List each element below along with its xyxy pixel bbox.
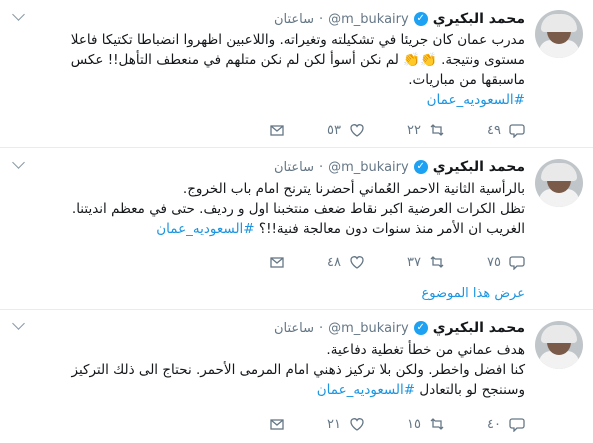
author-handle[interactable]: @m_bukairy [328, 160, 409, 175]
retweet-button[interactable]: ٢٢ [365, 122, 445, 138]
author-name[interactable]: محمد البكيري [433, 11, 525, 27]
hashtag-link[interactable]: #السعوديه_عمان [317, 382, 415, 398]
author-handle[interactable]: @m_bukairy [328, 12, 409, 27]
tweet-text: بالرأسية الثانية الاحمر العُماني أحضرنا … [15, 179, 525, 239]
timeline: محمد البكيري ✓ @m_bukairy · ساعتان مدرب … [0, 0, 593, 443]
like-button[interactable]: ٤٨ [285, 254, 365, 270]
reply-button[interactable]: ٤٩ [445, 122, 525, 138]
verified-badge-icon: ✓ [413, 321, 428, 335]
reply-icon [509, 124, 525, 138]
retweet-count: ٢٢ [407, 122, 421, 138]
timestamp[interactable]: ساعتان [274, 321, 314, 336]
like-count: ٥٣ [327, 122, 341, 138]
heart-icon [350, 124, 364, 137]
like-button[interactable]: ٢١ [285, 416, 365, 432]
chevron-down-icon[interactable] [12, 156, 25, 169]
envelope-icon [270, 419, 284, 430]
tweet-line: مستوى ونتيجة. 👏👏 لم نكن أسوأ لكن لم نكن … [15, 50, 525, 70]
separator: · [319, 159, 324, 175]
tweet-line: تظل الكرات العرضية اكبر نقاط ضعف منتخبنا… [71, 201, 525, 217]
tweet-line: ماسبقها من مباريات. [408, 72, 525, 88]
reply-icon [509, 418, 525, 432]
show-thread-link[interactable]: عرض هذا الموضوع [421, 286, 525, 301]
retweet-count: ٣٧ [407, 254, 421, 270]
avatar[interactable] [535, 159, 583, 207]
separator: · [319, 320, 324, 336]
author-handle[interactable]: @m_bukairy [328, 321, 409, 336]
clapping-hands-emoji: 👏👏 [403, 52, 437, 68]
avatar[interactable] [535, 321, 583, 369]
tweet-header: محمد البكيري ✓ @m_bukairy · ساعتان [274, 10, 525, 28]
tweet[interactable]: محمد البكيري ✓ @m_bukairy · ساعتان هدف ع… [0, 311, 593, 443]
tweet-line-text: مستوى ونتيجة. [441, 52, 525, 68]
tweet-actions: ٤٠ ١٥ ٢١ [205, 414, 525, 434]
hashtag-link[interactable]: #السعوديه_عمان [156, 221, 254, 237]
tweet-header: محمد البكيري ✓ @m_bukairy · ساعتان [274, 158, 525, 176]
tweet-actions: ٧٥ ٣٧ ٤٨ [205, 252, 525, 272]
dm-button[interactable] [205, 122, 285, 138]
retweet-icon [430, 418, 444, 430]
author-name[interactable]: محمد البكيري [433, 320, 525, 336]
tweet-actions: ٤٩ ٢٢ ٥٣ [205, 120, 525, 140]
like-count: ٤٨ [327, 254, 341, 270]
reply-count: ٧٥ [487, 254, 501, 270]
tweet-header: محمد البكيري ✓ @m_bukairy · ساعتان [274, 319, 525, 337]
like-count: ٢١ [327, 416, 341, 432]
reply-button[interactable]: ٤٠ [445, 416, 525, 432]
verified-badge-icon: ✓ [413, 160, 428, 174]
dm-button[interactable] [205, 254, 285, 270]
avatar[interactable] [535, 10, 583, 58]
tweet-text: مدرب عمان كان جريئا في تشكيلته وتغيراته.… [15, 30, 525, 110]
retweet-button[interactable]: ١٥ [365, 416, 445, 432]
verified-badge-icon: ✓ [413, 12, 428, 26]
envelope-icon [270, 257, 284, 268]
timestamp[interactable]: ساعتان [274, 12, 314, 27]
tweet-line-text: الغريب ان الأمر منذ سنوات دون معالجة فني… [258, 221, 525, 237]
tweet-line: بالرأسية الثانية الاحمر العُماني أحضرنا … [182, 181, 525, 197]
tweet[interactable]: محمد البكيري ✓ @m_bukairy · ساعتان بالرأ… [0, 149, 593, 310]
heart-icon [350, 418, 364, 431]
like-button[interactable]: ٥٣ [285, 122, 365, 138]
separator: · [319, 11, 324, 27]
chevron-down-icon[interactable] [12, 8, 25, 21]
retweet-count: ١٥ [407, 416, 421, 432]
retweet-button[interactable]: ٣٧ [365, 254, 445, 270]
hashtag-link[interactable]: #السعوديه_عمان [15, 90, 525, 110]
retweet-icon [430, 256, 444, 268]
envelope-icon [270, 125, 284, 136]
tweet-line-text: وسننجح لو بالتعادل [419, 382, 525, 398]
tweet-line: الغريب ان الأمر منذ سنوات دون معالجة فني… [15, 219, 525, 239]
retweet-icon [430, 124, 444, 136]
tweet-line: كنا افضل واخطر. ولكن بلا تركيز ذهني امام… [71, 362, 525, 378]
timestamp[interactable]: ساعتان [274, 160, 314, 175]
reply-count: ٤٩ [487, 122, 501, 138]
tweet-line: مدرب عمان كان جريئا في تشكيلته وتغيراته.… [70, 32, 525, 48]
reply-icon [509, 256, 525, 270]
tweet-line: هدف عماني من خطأ تغطية دفاعية. [326, 342, 525, 358]
author-name[interactable]: محمد البكيري [433, 159, 525, 175]
tweet-text: هدف عماني من خطأ تغطية دفاعية. كنا افضل … [15, 340, 525, 400]
tweet[interactable]: محمد البكيري ✓ @m_bukairy · ساعتان مدرب … [0, 0, 593, 148]
reply-button[interactable]: ٧٥ [445, 254, 525, 270]
reply-count: ٤٠ [487, 416, 501, 432]
tweet-line: وسننجح لو بالتعادل #السعوديه_عمان [15, 380, 525, 400]
tweet-line-text: لم نكن أسوأ لكن لم نكن متلهم في منعطف ال… [70, 52, 399, 68]
chevron-down-icon[interactable] [12, 317, 25, 330]
dm-button[interactable] [205, 416, 285, 432]
heart-icon [350, 256, 364, 269]
